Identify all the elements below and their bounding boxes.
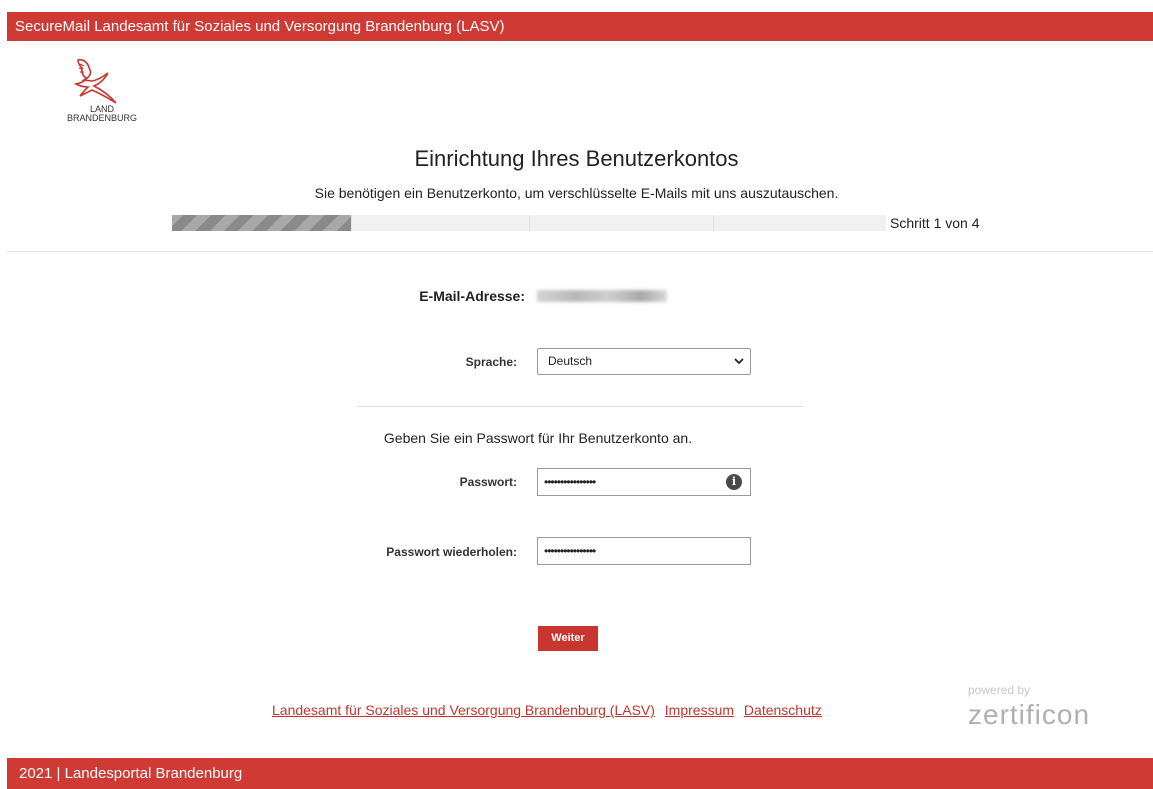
password-repeat-input-value: •••••••••••••••• — [544, 544, 596, 558]
powered-by-brand[interactable]: powered by zertificon — [968, 683, 1090, 731]
chevron-down-icon — [734, 358, 744, 365]
eagle-logo-icon — [73, 58, 117, 104]
page-title: Einrichtung Ihres Benutzerkontos — [414, 146, 739, 171]
email-value-redacted — [537, 290, 667, 302]
progress-bar — [172, 215, 886, 231]
footer-link-datenschutz[interactable]: Datenschutz — [744, 702, 822, 718]
progress-step-3 — [530, 215, 714, 231]
language-label: Sprache: — [465, 355, 517, 369]
header-bar: SecureMail Landesamt für Soziales und Ve… — [7, 12, 1153, 41]
submit-button[interactable]: Weiter — [538, 626, 598, 651]
password-input-value: •••••••••••••••• — [544, 475, 596, 489]
progress-step-4 — [714, 215, 886, 231]
brand-logo: zertificon — [968, 699, 1091, 730]
password-instruction: Geben Sie ein Passwort für Ihr Benutzerk… — [383, 430, 693, 446]
footer-links: Landesamt für Soziales und Versorgung Br… — [272, 701, 828, 719]
powered-by-text: powered by — [968, 683, 1031, 697]
language-select[interactable]: Deutsch — [537, 348, 751, 375]
password-input[interactable]: •••••••••••••••• i — [537, 468, 751, 496]
progress-step-2 — [352, 215, 530, 231]
language-select-value: Deutsch — [548, 354, 593, 368]
footer-copyright: 2021 | Landesportal Brandenburg — [19, 765, 243, 782]
step-label: Schritt 1 von 4 — [890, 215, 980, 231]
password-label: Passwort: — [459, 475, 517, 489]
logo-text: LAND BRANDENBURG — [60, 105, 144, 123]
logo[interactable]: LAND BRANDENBURG — [60, 56, 144, 124]
footer-bar: 2021 | Landesportal Brandenburg — [7, 758, 1153, 789]
info-icon[interactable]: i — [726, 474, 742, 490]
section-divider — [358, 406, 804, 407]
footer-link-lasv[interactable]: Landesamt für Soziales und Versorgung Br… — [272, 702, 655, 718]
password-repeat-label: Passwort wiederholen: — [386, 545, 517, 559]
email-label: E-Mail-Adresse: — [419, 288, 525, 304]
header-title: SecureMail Landesamt für Soziales und Ve… — [15, 18, 505, 35]
logo-line-2: BRANDENBURG — [66, 113, 137, 123]
page-subtitle: Sie benötigen ein Benutzerkonto, um vers… — [314, 185, 839, 201]
password-repeat-input[interactable]: •••••••••••••••• — [537, 537, 751, 565]
divider — [7, 251, 1153, 252]
footer-link-impressum[interactable]: Impressum — [665, 702, 734, 718]
progress-step-1 — [172, 215, 352, 231]
